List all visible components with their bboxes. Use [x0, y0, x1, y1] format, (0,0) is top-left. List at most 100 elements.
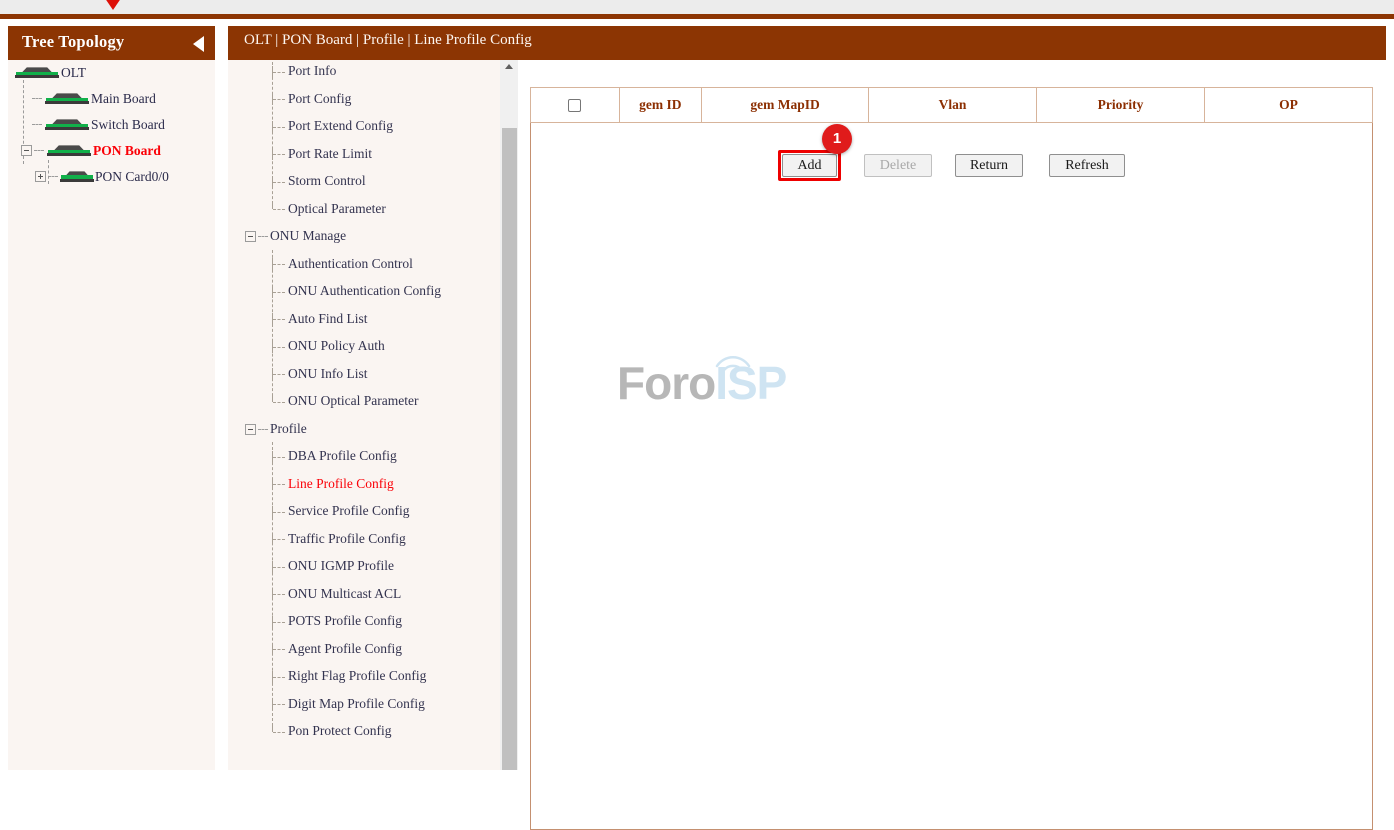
board-icon [46, 144, 92, 157]
navigation-menu-panel: Port Info Port Config Port Extend Config Po… [228, 58, 518, 770]
menu-item-profile[interactable]: Profile [245, 421, 307, 437]
menu-item-traffic-profile-config[interactable]: Traffic Profile Config [272, 531, 406, 547]
menu-item-label: Right Flag Profile Config [288, 668, 426, 683]
menu-item-onu-optical-parameter[interactable]: ONU Optical Parameter [272, 393, 418, 409]
menu-item-label: ONU Multicast ACL [288, 586, 401, 601]
menu-item-label: ONU Optical Parameter [288, 393, 418, 408]
table-header-gem-mapid: gem MapID [702, 88, 869, 123]
tree-dash-icon [48, 176, 58, 177]
menu-item-onu-multicast-acl[interactable]: ONU Multicast ACL [272, 586, 401, 602]
red-triangle-pointer-icon [100, 0, 126, 10]
menu-item-onu-igmp-profile[interactable]: ONU IGMP Profile [272, 558, 394, 574]
menu-item-authentication-control[interactable]: Authentication Control [272, 256, 413, 272]
collapse-minus-icon[interactable] [245, 424, 256, 435]
content-body: gem ID gem MapID Vlan Priority OP Add De… [519, 60, 1386, 770]
menu-item-onu-info-list[interactable]: ONU Info List [272, 366, 368, 382]
return-button[interactable]: Return [955, 154, 1023, 177]
table-header-op: OP [1204, 88, 1372, 123]
menu-item-line-profile-config[interactable]: Line Profile Config [272, 476, 394, 492]
tree-topology-title: Tree Topology [22, 32, 124, 52]
menu-item-port-info[interactable]: Port Info [272, 63, 336, 79]
menu-item-label: ONU IGMP Profile [288, 558, 394, 573]
menu-item-label: ONU Authentication Config [288, 283, 441, 298]
menu-tee-icon [272, 258, 288, 270]
menu-item-label: Agent Profile Config [288, 641, 402, 656]
menu-tee-icon [272, 698, 288, 710]
table-header-priority: Priority [1037, 88, 1205, 123]
menu-item-pots-profile-config[interactable]: POTS Profile Config [272, 613, 402, 629]
menu-item-label: ONU Info List [288, 366, 368, 381]
browser-top-strip [0, 0, 1394, 14]
menu-item-port-extend-config[interactable]: Port Extend Config [272, 118, 393, 134]
tree-node-label: PON Board [93, 143, 161, 158]
menu-item-onu-authentication-config[interactable]: ONU Authentication Config [272, 283, 441, 299]
table-header-gem-id: gem ID [619, 88, 701, 123]
board-icon [14, 66, 60, 79]
menu-item-optical-parameter[interactable]: Optical Parameter [272, 201, 386, 217]
menu-tee-icon [272, 121, 288, 133]
menu-item-port-rate-limit[interactable]: Port Rate Limit [272, 146, 372, 162]
board-icon [44, 92, 90, 105]
menu-scrollbar-thumb[interactable] [502, 128, 517, 770]
menu-item-pon-protect-config[interactable]: Pon Protect Config [272, 723, 392, 739]
menu-item-label: Storm Control [288, 173, 366, 188]
top-brown-rule [0, 14, 1394, 19]
collapse-minus-icon[interactable] [21, 145, 32, 156]
tree-node-label: Main Board [91, 91, 156, 106]
menu-item-digit-map-profile-config[interactable]: Digit Map Profile Config [272, 696, 425, 712]
menu-item-label: Auto Find List [288, 311, 368, 326]
menu-tee-icon [272, 396, 288, 408]
menu-scrollbar[interactable] [500, 58, 518, 770]
tree-node-pon-board[interactable]: PON Board [21, 142, 161, 159]
menu-item-right-flag-profile-config[interactable]: Right Flag Profile Config [272, 668, 426, 684]
menu-item-dba-profile-config[interactable]: DBA Profile Config [272, 448, 397, 464]
collapse-minus-icon[interactable] [245, 231, 256, 242]
menu-item-label: Profile [270, 421, 307, 436]
menu-tee-icon [272, 671, 288, 683]
menu-tee-icon [272, 643, 288, 655]
menu-item-service-profile-config[interactable]: Service Profile Config [272, 503, 409, 519]
menu-item-label: Port Extend Config [288, 118, 393, 133]
tree-topology-panel: Tree Topology OLT Main Board Switch Boar… [8, 26, 215, 770]
content-header-bar: OLT | PON Board | Profile | Line Profile… [228, 26, 1386, 60]
tree-dash-icon [32, 98, 42, 99]
menu-item-label: POTS Profile Config [288, 613, 402, 628]
table-body-frame [530, 122, 1373, 830]
add-button[interactable]: Add [782, 154, 837, 177]
tree-node-pon-card-0-0[interactable]: PON Card0/0 [35, 168, 169, 185]
expand-plus-icon[interactable] [35, 171, 46, 182]
refresh-button[interactable]: Refresh [1049, 154, 1125, 177]
menu-item-storm-control[interactable]: Storm Control [272, 173, 366, 189]
menu-tee-icon [272, 93, 288, 105]
tree-node-main-board[interactable]: Main Board [32, 90, 156, 107]
menu-tee-icon [272, 148, 288, 160]
menu-tee-icon [272, 66, 288, 78]
table-header-vlan: Vlan [869, 88, 1037, 123]
select-all-checkbox[interactable] [568, 99, 581, 112]
menu-tee-icon [272, 368, 288, 380]
chevron-left-icon[interactable] [193, 36, 204, 52]
board-icon [60, 171, 94, 182]
table-header-select-all [531, 88, 620, 123]
tree-node-switch-board[interactable]: Switch Board [32, 116, 165, 133]
menu-item-label: Authentication Control [288, 256, 413, 271]
action-button-row: Add Delete Return Refresh 1 [530, 154, 1373, 188]
tree-node-label: PON Card0/0 [95, 169, 169, 184]
menu-tee-icon [272, 561, 288, 573]
menu-item-agent-profile-config[interactable]: Agent Profile Config [272, 641, 402, 657]
menu-tee-icon [272, 478, 288, 490]
menu-item-label: Port Info [288, 63, 336, 78]
menu-item-label: Line Profile Config [288, 476, 394, 491]
menu-item-port-config[interactable]: Port Config [272, 91, 351, 107]
step-badge-1: 1 [822, 124, 852, 154]
menu-item-onu-policy-auth[interactable]: ONU Policy Auth [272, 338, 385, 354]
breadcrumb: OLT | PON Board | Profile | Line Profile… [244, 32, 532, 49]
tree-node-label: Switch Board [91, 117, 165, 132]
menu-tee-icon [272, 313, 288, 325]
caret-up-icon[interactable] [500, 58, 518, 75]
menu-item-label: DBA Profile Config [288, 448, 397, 463]
menu-item-auto-find-list[interactable]: Auto Find List [272, 311, 368, 327]
menu-item-onu-manage[interactable]: ONU Manage [245, 228, 346, 244]
tree-node-olt[interactable]: OLT [14, 64, 86, 81]
menu-item-label: Port Rate Limit [288, 146, 372, 161]
